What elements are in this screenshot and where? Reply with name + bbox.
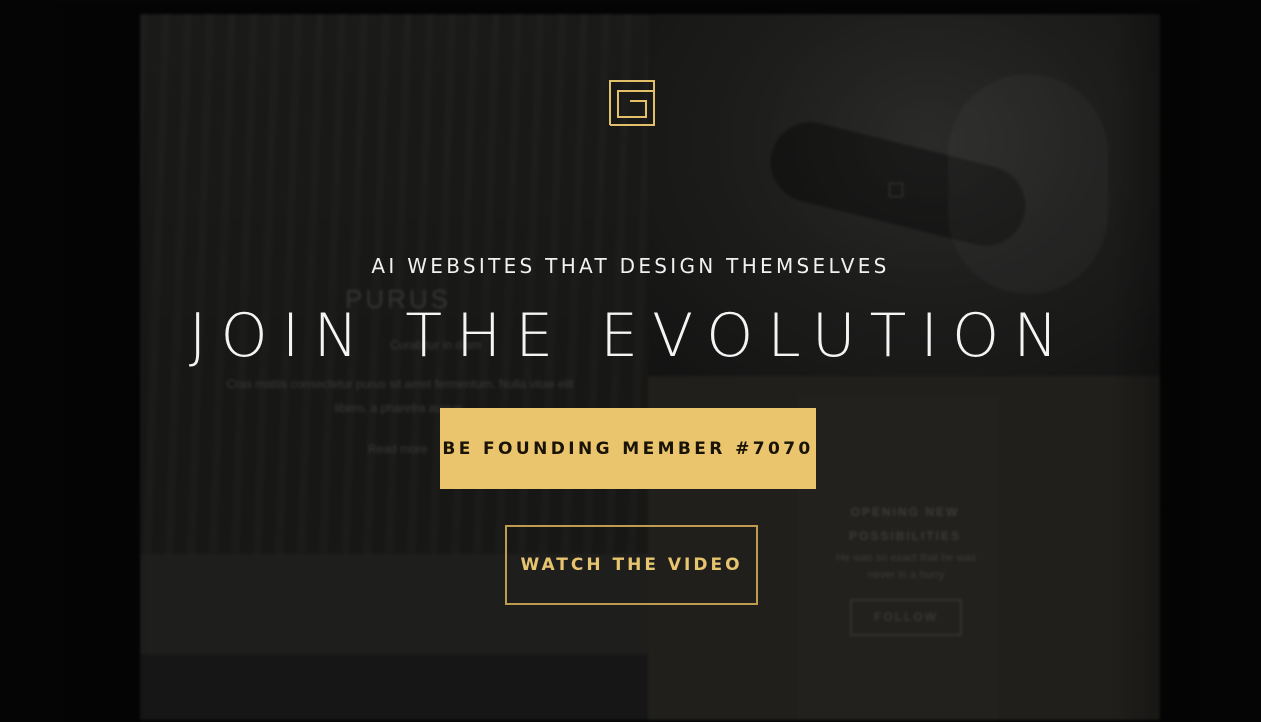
mockup-follow-button: FOLLOW xyxy=(850,599,962,636)
tagline: AI WEBSITES THAT DESIGN THEMSELVES xyxy=(371,254,890,278)
floor-strip xyxy=(140,654,648,720)
plus-icon xyxy=(889,183,903,197)
founding-member-button[interactable]: BE FOUNDING MEMBER #7070 xyxy=(440,408,816,489)
mockup-right-heading: OPENING NEW POSSIBILITIES xyxy=(848,505,961,543)
landing-stage: PURUS Curabitur in diam Cras mattis cons… xyxy=(0,0,1261,722)
mockup-right-body: He was so exact that he was never in a h… xyxy=(835,552,976,581)
watch-video-button[interactable]: WATCH THE VIDEO xyxy=(505,525,758,605)
g-logo-icon[interactable] xyxy=(609,80,655,126)
mockup-read-more-link: Read more xyxy=(368,442,428,456)
page-title: JOIN THE EVOLUTION xyxy=(188,301,1073,371)
